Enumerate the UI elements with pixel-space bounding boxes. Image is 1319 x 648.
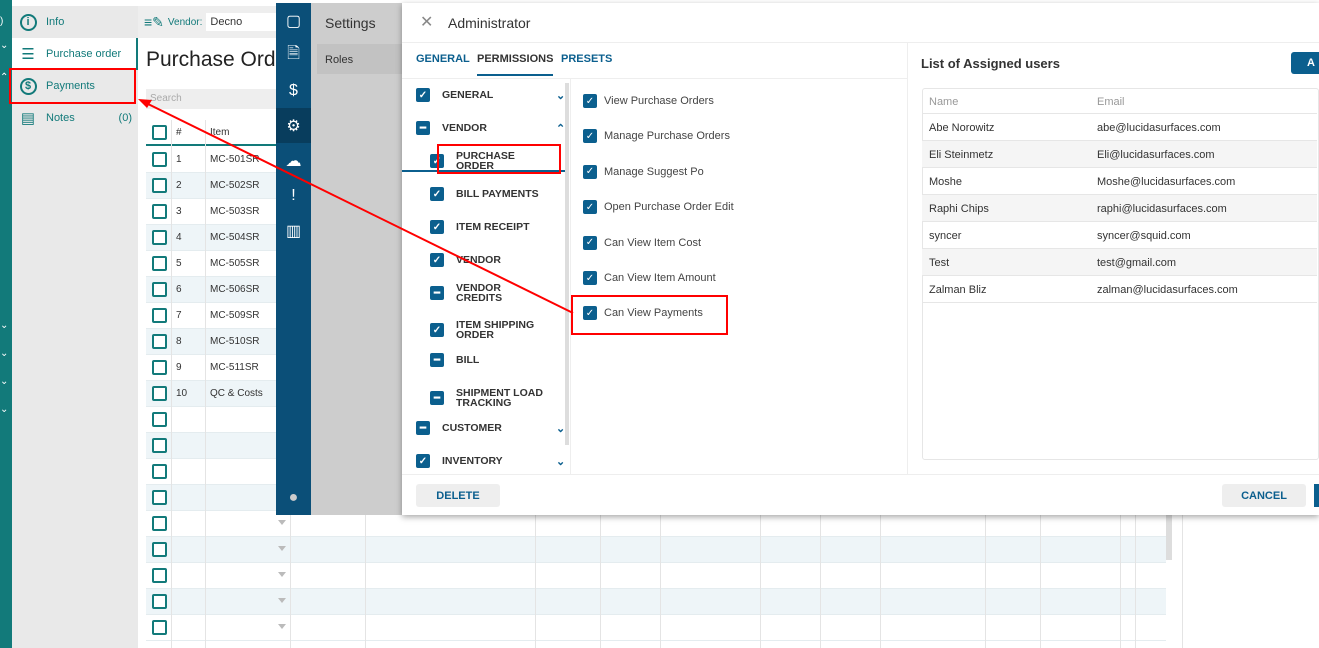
annotation-arrow (138, 99, 574, 314)
